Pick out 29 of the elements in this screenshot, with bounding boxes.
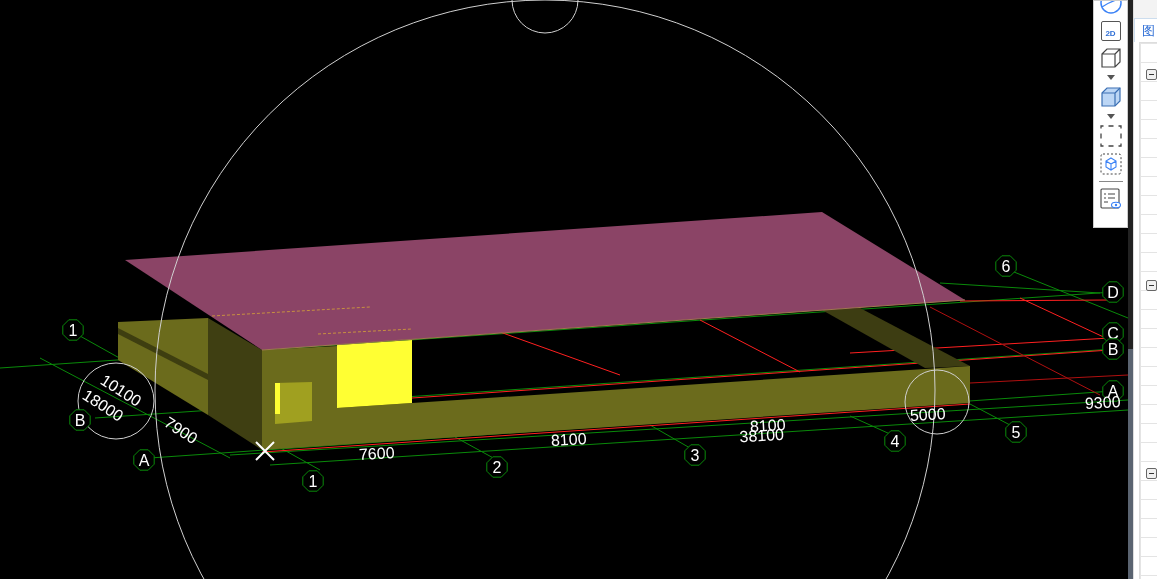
dimension-label: 7600 <box>358 444 395 463</box>
axis-bubble: 1 <box>62 319 84 341</box>
cube-icon[interactable] <box>1099 86 1122 108</box>
dimension-label: 7900 <box>161 413 201 448</box>
cube-icon[interactable] <box>1099 47 1122 69</box>
axis-bubble: 2 <box>486 456 508 478</box>
axis-bubble: 3 <box>684 444 706 466</box>
caret-icon[interactable] <box>1106 75 1115 80</box>
axis-bubble: 5 <box>1005 421 1027 443</box>
origin-cross-icon <box>255 441 275 461</box>
dimension-label: 8100 <box>550 430 587 449</box>
cube-selection-icon[interactable] <box>1099 153 1122 175</box>
selection-frame-icon[interactable] <box>1099 125 1122 147</box>
axis-bubble: D <box>1102 281 1124 303</box>
dimension-label: 5000 <box>909 405 946 424</box>
panel-tab[interactable]: 图 <box>1134 18 1157 42</box>
view-2d-button[interactable]: 2D <box>1100 21 1121 41</box>
scrollbar[interactable] <box>1128 349 1133 579</box>
axis-bubble: A <box>133 449 155 471</box>
axis-bubble: 4 <box>884 430 906 452</box>
orbit-icon[interactable] <box>1099 1 1122 15</box>
list-view-icon[interactable] <box>1099 188 1122 210</box>
collapse-icon[interactable] <box>1146 69 1157 80</box>
axis-bubble: 6 <box>995 255 1017 277</box>
collapse-icon[interactable] <box>1146 468 1157 479</box>
caret-icon[interactable] <box>1106 114 1115 119</box>
collapse-icon[interactable] <box>1146 280 1157 291</box>
axis-bubble: B <box>1102 338 1124 360</box>
axis-bubble: 1 <box>302 470 324 492</box>
